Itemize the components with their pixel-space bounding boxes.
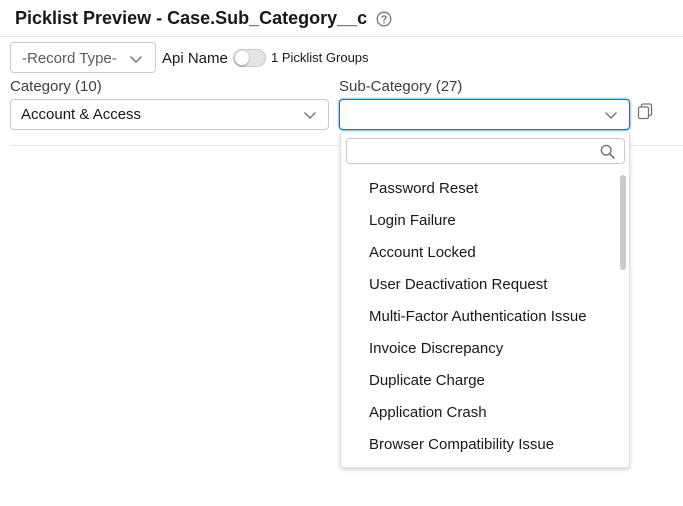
list-item[interactable]: Login Failure [341,205,621,237]
list-item[interactable]: Multi-Factor Authentication Issue [341,301,621,333]
search-input[interactable] [346,138,625,164]
category-value: Account & Access [21,106,142,123]
chevron-down-icon [304,112,316,119]
list-item[interactable]: Browser Compatibility Issue [341,429,621,461]
copy-icon[interactable] [637,103,653,120]
api-name-label: Api Name [162,50,228,67]
record-type-select[interactable]: -Record Type- [10,42,156,73]
category-combobox[interactable]: Account & Access [10,99,329,130]
sub-category-label: Sub-Category (27) [339,78,463,95]
api-name-toggle[interactable] [233,49,266,67]
scrollbar[interactable] [620,175,626,270]
toggle-knob [235,51,249,65]
list-item[interactable]: User Deactivation Request [341,269,621,301]
list-item[interactable]: Duplicate Charge [341,365,621,397]
search-icon [600,144,615,159]
header: Picklist Preview - Case.Sub_Category__c [0,0,683,37]
chevron-down-icon [605,112,617,119]
list-item[interactable]: Invoice Discrepancy [341,333,621,365]
chevron-down-icon [130,56,142,63]
sub-category-combobox[interactable] [339,99,630,130]
sub-category-dropdown: Password Reset Login Failure Account Loc… [340,131,630,468]
record-type-value: -Record Type- [22,50,117,67]
picklist-groups-label: 1 Picklist Groups [271,50,369,65]
list-item[interactable]: Password Reset [341,173,621,205]
options-list: Password Reset Login Failure Account Loc… [341,173,621,461]
page-title: Picklist Preview - Case.Sub_Category__c [15,8,368,28]
category-label: Category (10) [10,78,102,95]
list-item[interactable]: Account Locked [341,237,621,269]
help-icon[interactable] [376,11,392,27]
list-item[interactable]: Application Crash [341,397,621,429]
